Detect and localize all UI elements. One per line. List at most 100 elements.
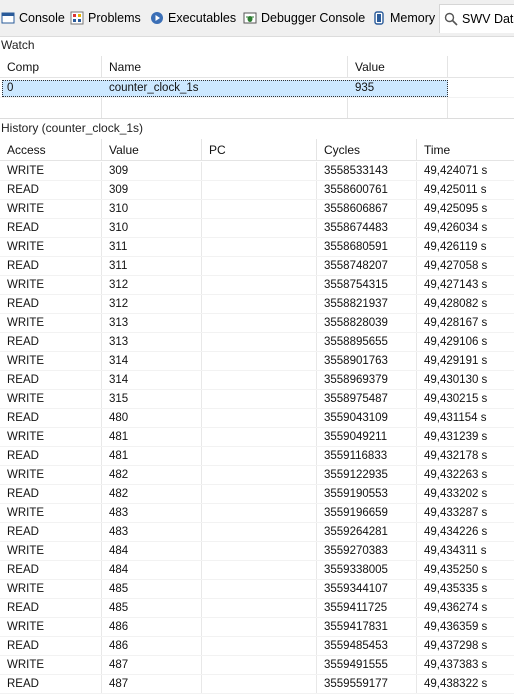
memory-icon xyxy=(372,11,386,25)
column-header-cycles[interactable]: Cycles xyxy=(317,139,417,161)
tab-debugger-console[interactable]: Debugger Console xyxy=(243,5,365,31)
cell-value: 310 xyxy=(102,200,202,219)
cell-cycles: 3559559177 xyxy=(317,675,417,694)
cell-value: 311 xyxy=(102,238,202,257)
console-icon xyxy=(1,11,15,25)
tab-executables[interactable]: Executables xyxy=(150,5,236,31)
watch-cell-comp: 0 xyxy=(7,82,14,94)
cell-pc xyxy=(202,162,317,181)
tab-label: Debugger Console xyxy=(261,11,366,25)
column-header-name[interactable]: Name xyxy=(102,56,348,78)
cell-pc xyxy=(202,618,317,637)
cell-cycles: 3559049211 xyxy=(317,428,417,447)
cell-time: 49,428167 s xyxy=(424,317,488,329)
cell-pc xyxy=(202,637,317,656)
cell-value: 311 xyxy=(102,257,202,276)
column-header-time[interactable]: Time xyxy=(417,139,514,161)
tab-label: SWV Data xyxy=(462,12,514,26)
cell-pc xyxy=(202,276,317,295)
cell-access: WRITE xyxy=(0,200,102,219)
tab-console[interactable]: Console xyxy=(1,5,65,31)
cell-value: 485 xyxy=(102,599,202,618)
debugger-console-icon xyxy=(243,11,257,25)
cell-value: 484 xyxy=(102,561,202,580)
cell-access: WRITE xyxy=(0,352,102,371)
cell-cycles: 3559190553 xyxy=(317,485,417,504)
column-header-value[interactable]: Value xyxy=(348,56,448,78)
cell-pc xyxy=(202,656,317,675)
cell-access: READ xyxy=(0,371,102,390)
cell-cycles: 3559417831 xyxy=(317,618,417,637)
cell-value: 310 xyxy=(102,219,202,238)
cell-pc xyxy=(202,314,317,333)
cell-value: 482 xyxy=(102,485,202,504)
cell-access: WRITE xyxy=(0,504,102,523)
cell-pc xyxy=(202,238,317,257)
cell-pc xyxy=(202,675,317,694)
cell-access: WRITE xyxy=(0,542,102,561)
cell-pc xyxy=(202,219,317,238)
cell-cycles: 3558895655 xyxy=(317,333,417,352)
cell-time: 49,434226 s xyxy=(424,526,488,538)
cell-cycles: 3558969379 xyxy=(317,371,417,390)
tab-label: Problems xyxy=(88,11,141,25)
cell-value: 481 xyxy=(102,447,202,466)
cell-value: 309 xyxy=(102,162,202,181)
cell-cycles: 3558674483 xyxy=(317,219,417,238)
cell-time: 49,426034 s xyxy=(424,222,488,234)
watch-divider xyxy=(101,97,102,118)
tab-problems[interactable]: Problems xyxy=(70,5,141,31)
column-header-comp[interactable]: Comp xyxy=(0,56,102,78)
cell-time: 49,428082 s xyxy=(424,298,488,310)
cell-cycles: 3559491555 xyxy=(317,656,417,675)
cell-access: READ xyxy=(0,485,102,504)
cell-time: 49,424071 s xyxy=(424,165,488,177)
cell-value: 315 xyxy=(102,390,202,409)
cell-time: 49,433287 s xyxy=(424,507,488,519)
cell-time: 49,438322 s xyxy=(424,678,488,690)
section-separator xyxy=(0,118,514,119)
cell-pc xyxy=(202,542,317,561)
column-header-value[interactable]: Value xyxy=(102,139,202,161)
cell-access: WRITE xyxy=(0,656,102,675)
cell-time: 49,436274 s xyxy=(424,602,488,614)
cell-value: 483 xyxy=(102,504,202,523)
cell-time: 49,427143 s xyxy=(424,279,488,291)
watch-cell-name: counter_clock_1s xyxy=(109,82,199,94)
watch-cell-value[interactable]: 935 xyxy=(348,79,448,98)
cell-value: 481 xyxy=(102,428,202,447)
cell-cycles: 3558748207 xyxy=(317,257,417,276)
cell-cycles: 3559270383 xyxy=(317,542,417,561)
cell-cycles: 3558606867 xyxy=(317,200,417,219)
tab-memory[interactable]: Memory xyxy=(372,5,435,31)
cell-time: 49,429106 s xyxy=(424,336,488,348)
cell-pc xyxy=(202,504,317,523)
cell-cycles: 3558828039 xyxy=(317,314,417,333)
cell-time: 49,430130 s xyxy=(424,374,488,386)
cell-cycles: 3558680591 xyxy=(317,238,417,257)
cell-pc xyxy=(202,466,317,485)
cell-pc xyxy=(202,599,317,618)
cell-access: READ xyxy=(0,333,102,352)
cell-value: 482 xyxy=(102,466,202,485)
cell-pc xyxy=(202,257,317,276)
cell-pc xyxy=(202,428,317,447)
cell-pc xyxy=(202,390,317,409)
cell-time: 49,430215 s xyxy=(424,393,488,405)
cell-cycles: 3558901763 xyxy=(317,352,417,371)
cell-time: 49,435335 s xyxy=(424,583,488,595)
tab-label: Console xyxy=(19,11,65,25)
cell-value: 487 xyxy=(102,656,202,675)
cell-cycles: 3558821937 xyxy=(317,295,417,314)
cell-cycles: 3559344107 xyxy=(317,580,417,599)
view-tab-bar: Console Problems Executables Debugger Co… xyxy=(0,0,514,37)
tab-swv-data[interactable]: SWV Data xyxy=(439,4,514,33)
cell-value: 483 xyxy=(102,523,202,542)
cell-value: 486 xyxy=(102,637,202,656)
column-header-pc[interactable]: PC xyxy=(202,139,317,161)
column-header-access[interactable]: Access xyxy=(0,139,102,161)
cell-pc xyxy=(202,200,317,219)
cell-access: READ xyxy=(0,257,102,276)
watch-divider xyxy=(347,97,348,118)
cell-access: READ xyxy=(0,523,102,542)
